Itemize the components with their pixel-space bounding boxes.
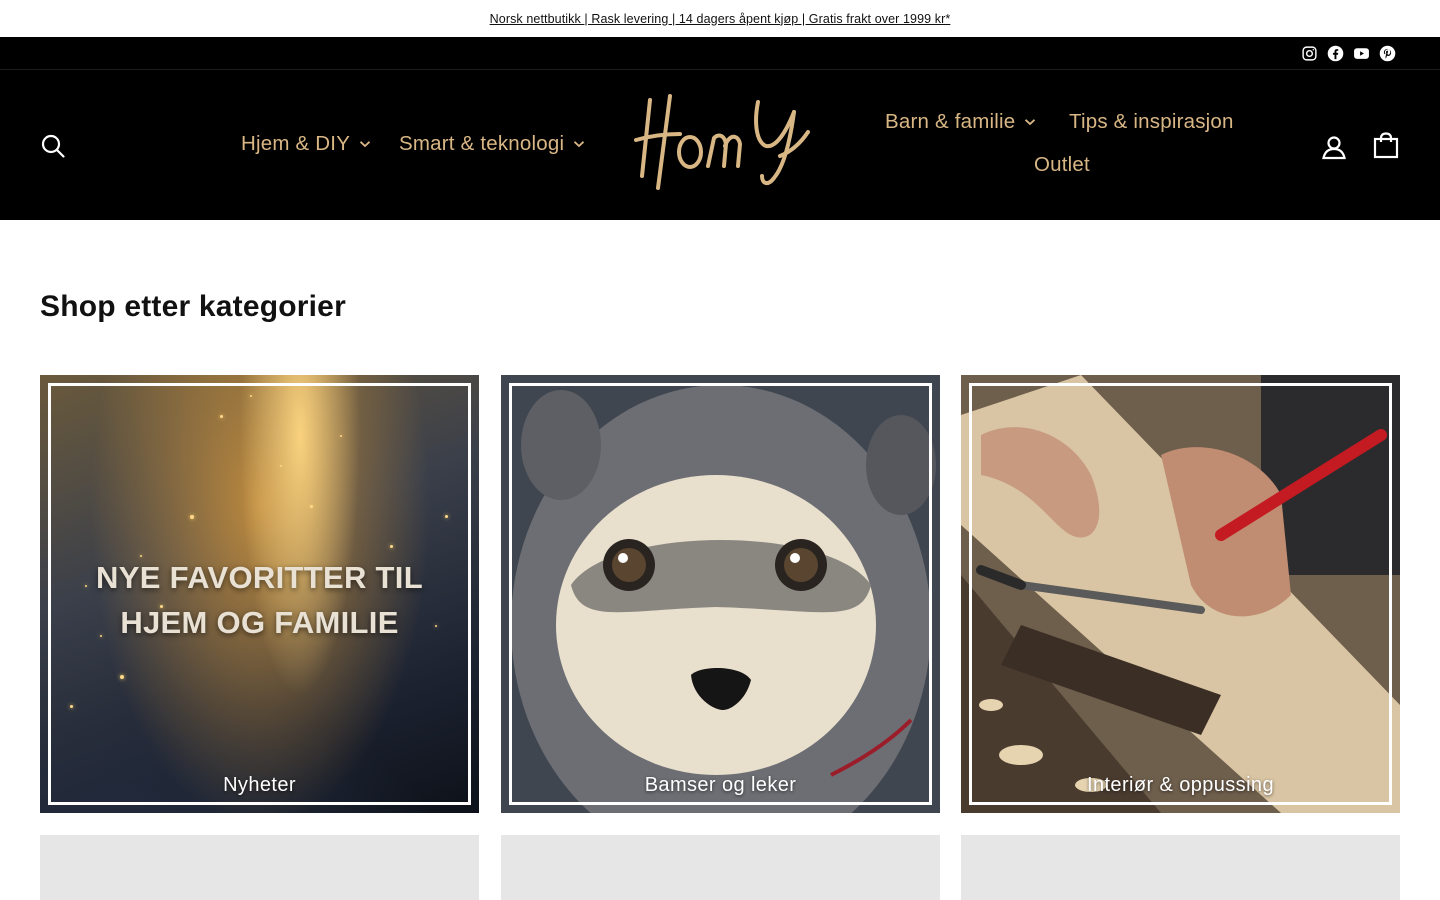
nav-label: Outlet [1034, 153, 1090, 176]
promo-image-text: NYE FAVORITTER TIL HJEM OG FAMILIE [96, 560, 423, 640]
category-card-placeholder [40, 835, 479, 900]
category-card-interior-oppussing[interactable]: Interiør & oppussing [961, 375, 1400, 813]
category-label: Bamser og leker [644, 774, 797, 796]
chevron-down-icon [573, 140, 585, 148]
nav-label: Smart & teknologi [399, 132, 565, 155]
section-title: Shop etter kategorier [40, 290, 346, 323]
category-image: NYE FAVORITTER TIL HJEM OG FAMILIE [40, 375, 479, 813]
category-card-placeholder [501, 835, 940, 900]
nav-item-outlet[interactable]: Outlet [1034, 153, 1090, 177]
nav-item-barn-familie[interactable]: Barn & familie [885, 110, 1036, 134]
nav-label: Tips & inspirasjon [1069, 110, 1234, 133]
category-card-placeholder [961, 835, 1400, 900]
search-icon[interactable] [40, 133, 66, 159]
homy-logo[interactable] [628, 92, 812, 192]
site-header: Hjem & DIY Smart & teknologi Barn & fami… [0, 70, 1440, 220]
category-image [961, 375, 1400, 813]
category-image [501, 375, 940, 813]
category-label: Nyheter [223, 774, 296, 796]
social-links [1301, 45, 1396, 62]
social-bar [0, 37, 1440, 70]
chevron-down-icon [1024, 118, 1036, 126]
nav-item-smart-teknologi[interactable]: Smart & teknologi [399, 132, 585, 156]
instagram-icon[interactable] [1301, 45, 1318, 62]
category-label: Interiør & oppussing [1087, 774, 1274, 796]
facebook-icon[interactable] [1327, 45, 1344, 62]
cart-icon[interactable] [1373, 132, 1399, 159]
pinterest-icon[interactable] [1379, 45, 1396, 62]
chevron-down-icon [359, 140, 371, 148]
nav-label: Barn & familie [885, 110, 1016, 133]
nav-item-tips-inspirasjon[interactable]: Tips & inspirasjon [1069, 110, 1234, 134]
category-card-nyheter[interactable]: NYE FAVORITTER TIL HJEM OG FAMILIE Nyhete… [40, 375, 479, 813]
announcement-link[interactable]: Norsk nettbutikk | Rask levering | 14 da… [490, 12, 951, 26]
nav-label: Hjem & DIY [241, 132, 351, 155]
youtube-icon[interactable] [1353, 45, 1370, 62]
category-card-bamser-og-leker[interactable]: Bamser og leker [501, 375, 940, 813]
announcement-bar: Norsk nettbutikk | Rask levering | 14 da… [0, 0, 1440, 37]
nav-item-hjem-diy[interactable]: Hjem & DIY [241, 132, 371, 156]
account-icon[interactable] [1321, 134, 1347, 160]
